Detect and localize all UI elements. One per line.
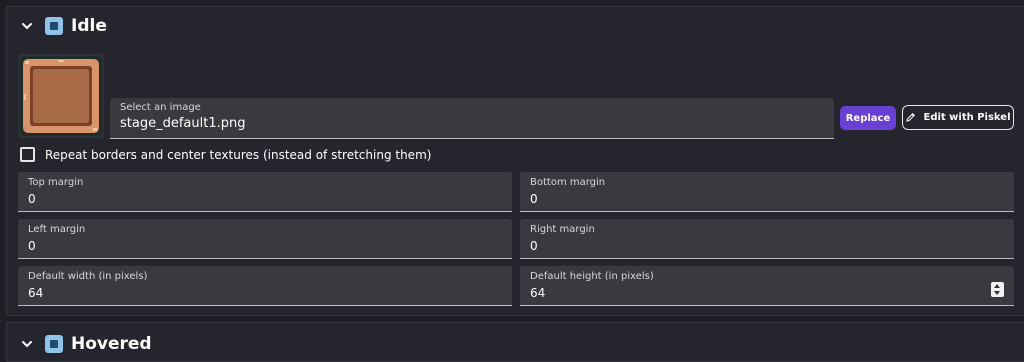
image-thumbnail[interactable]: [18, 54, 104, 138]
chevron-down-icon[interactable]: [19, 336, 35, 352]
top-margin-value[interactable]: 0: [28, 192, 36, 206]
edit-with-piskel-label: Edit with Piskel: [923, 112, 1011, 123]
default-height-field[interactable]: Default height (in pixels) 64: [520, 266, 1014, 306]
left-margin-label: Left margin: [28, 224, 86, 235]
repeat-borders-option[interactable]: Repeat borders and center textures (inst…: [20, 147, 431, 162]
default-width-label: Default width (in pixels): [28, 271, 148, 282]
section-title: Hovered: [71, 334, 152, 354]
chevron-down-icon[interactable]: [19, 18, 35, 34]
default-width-field[interactable]: Default width (in pixels) 64: [18, 266, 512, 306]
right-margin-label: Right margin: [530, 224, 595, 235]
section-title: Idle: [71, 16, 107, 36]
image-select-value[interactable]: stage_default1.png: [120, 116, 245, 131]
repeat-borders-label: Repeat borders and center textures (inst…: [45, 147, 432, 162]
object-icon: [45, 335, 63, 353]
object-icon: [45, 17, 63, 35]
replace-button[interactable]: Replace: [840, 106, 896, 130]
default-width-value[interactable]: 64: [28, 286, 43, 300]
top-margin-field[interactable]: Top margin 0: [18, 172, 512, 212]
right-margin-field[interactable]: Right margin 0: [520, 219, 1014, 259]
left-margin-field[interactable]: Left margin 0: [18, 219, 512, 259]
default-height-value[interactable]: 64: [530, 286, 545, 300]
pencil-icon: [905, 112, 916, 123]
edit-with-piskel-button[interactable]: Edit with Piskel: [902, 105, 1014, 130]
hovered-section-panel: Hovered: [6, 322, 1024, 362]
hovered-section-header[interactable]: Hovered: [19, 334, 152, 354]
repeat-borders-checkbox[interactable]: [20, 147, 35, 162]
right-margin-value[interactable]: 0: [530, 239, 538, 253]
image-select-field[interactable]: Select an image stage_default1.png: [110, 98, 834, 139]
image-select-label: Select an image: [120, 102, 201, 113]
default-height-label: Default height (in pixels): [530, 271, 654, 282]
number-spinner-icon[interactable]: [991, 282, 1004, 297]
left-margin-value[interactable]: 0: [28, 239, 36, 253]
bottom-margin-field[interactable]: Bottom margin 0: [520, 172, 1014, 212]
bottom-margin-value[interactable]: 0: [530, 192, 538, 206]
idle-section-header[interactable]: Idle: [19, 16, 107, 36]
bottom-margin-label: Bottom margin: [530, 177, 606, 188]
top-margin-label: Top margin: [28, 177, 84, 188]
